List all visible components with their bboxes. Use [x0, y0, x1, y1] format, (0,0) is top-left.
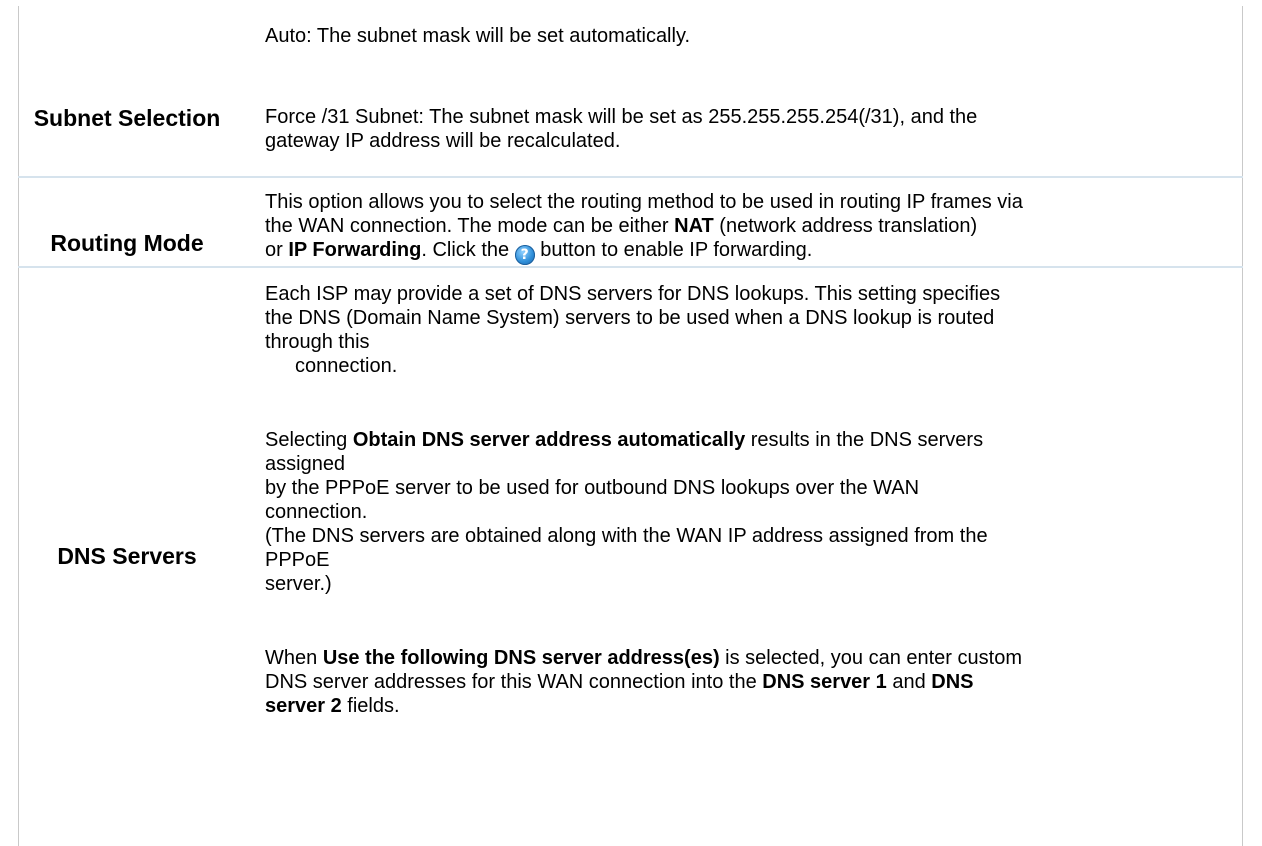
row-divider	[18, 176, 1243, 178]
description-line: DNS server addresses for this WAN connec…	[265, 671, 974, 693]
description-line: This option allows you to select the rou…	[265, 191, 1023, 213]
bold-term-ip-forwarding: IP Forwarding	[288, 239, 422, 261]
description-line: or IP Forwarding. Click the ? button to …	[265, 239, 813, 265]
bold-term-dns-server-1: DNS server 1	[762, 671, 887, 693]
row-description-routing-mode: This option allows you to select the rou…	[265, 190, 1235, 265]
row-term-subnet-selection: Subnet Selection	[33, 105, 221, 131]
bold-term-use-following-dns: Use the following DNS server address(es)	[322, 647, 720, 669]
description-line: assigned	[265, 453, 346, 475]
description-line: Auto: The subnet mask will be set automa…	[265, 25, 691, 47]
table-left-border	[18, 6, 19, 846]
row-term-dns-servers: DNS Servers	[57, 543, 197, 569]
description-line: server.)	[265, 573, 332, 595]
row-description-dns-servers: Each ISP may provide a set of DNS server…	[265, 282, 1235, 718]
bold-term-obtain-dns: Obtain DNS server address automatically	[352, 429, 746, 451]
bold-term-dns: DNS	[931, 671, 974, 693]
bold-term-nat: NAT	[674, 215, 714, 237]
description-line: Force /31 Subnet: The subnet mask will b…	[265, 106, 978, 128]
description-line: the DNS (Domain Name System) servers to …	[265, 307, 995, 329]
description-line: Each ISP may provide a set of DNS server…	[265, 283, 1001, 305]
description-line: (The DNS servers are obtained along with…	[265, 525, 988, 547]
description-line: server 2 fields.	[265, 695, 400, 717]
description-line: by the PPPoE server to be used for outbo…	[265, 477, 920, 499]
help-question-icon: ?	[514, 245, 535, 265]
description-line: PPPoE	[265, 549, 330, 571]
row-divider	[18, 266, 1243, 268]
settings-description-table: Subnet Selection Auto: The subnet mask w…	[0, 0, 1262, 846]
description-line: When Use the following DNS server addres…	[265, 647, 1022, 669]
row-description-subnet-selection: Auto: The subnet mask will be set automa…	[265, 24, 1235, 153]
description-line: Selecting Obtain DNS server address auto…	[265, 429, 984, 451]
description-line: connection.	[295, 355, 398, 377]
description-line: connection.	[265, 501, 368, 523]
bold-term-server-2: server 2	[265, 695, 342, 717]
description-line: through this	[265, 331, 370, 353]
description-line: the WAN connection. The mode can be eith…	[265, 215, 978, 237]
table-right-border	[1242, 6, 1243, 846]
row-term-routing-mode: Routing Mode	[50, 230, 204, 256]
description-line: gateway IP address will be recalculated.	[265, 130, 621, 152]
